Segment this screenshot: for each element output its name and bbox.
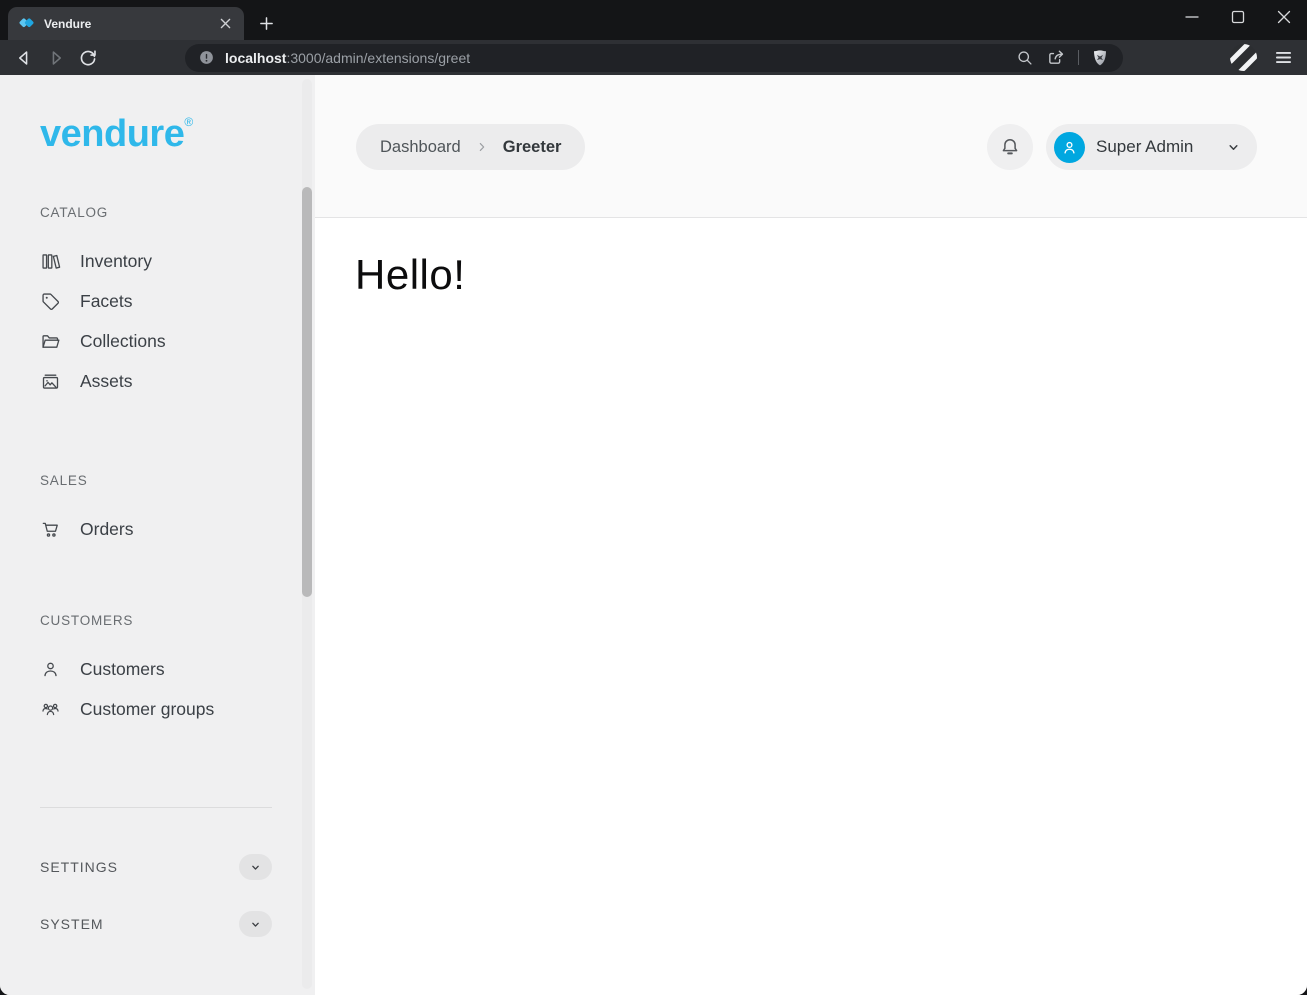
breadcrumb-dashboard[interactable]: Dashboard (380, 138, 461, 157)
user-avatar (1054, 132, 1085, 163)
brave-shield-icon[interactable] (1090, 48, 1110, 68)
profile-avatar-icon[interactable] (1230, 44, 1257, 71)
back-icon[interactable] (10, 44, 38, 72)
new-tab-icon[interactable] (253, 10, 280, 37)
sidebar-item-customer-groups[interactable]: Customer groups (40, 689, 315, 729)
main-area: Dashboard Greeter (315, 75, 1307, 995)
sidebar-item-customers[interactable]: Customers (40, 649, 315, 689)
menu-icon[interactable] (1273, 47, 1294, 68)
settings-expand-button[interactable] (239, 854, 272, 880)
site-info-icon[interactable] (198, 49, 215, 66)
browser-toolbar: localhost:3000/admin/extensions/greet (0, 40, 1307, 75)
chevron-down-icon (247, 916, 264, 933)
maximize-icon[interactable] (1215, 0, 1261, 33)
sidebar: vendure® CATALOG Inventory (0, 75, 315, 995)
toolbar-right-group (1230, 44, 1294, 71)
sidebar-item-assets[interactable]: Assets (40, 361, 315, 401)
browser-titlebar: Vendure (0, 0, 1307, 40)
extension-content: Hello! (315, 218, 1307, 332)
section-label-customers: CUSTOMERS (40, 611, 315, 631)
sidebar-item-facets[interactable]: Facets (40, 281, 315, 321)
catalog-nav-list: Inventory Facets (40, 241, 315, 401)
section-label-system: SYSTEM (40, 916, 104, 932)
users-icon (40, 699, 61, 720)
customers-nav-list: Customers Customer groups (40, 649, 315, 729)
cart-icon (40, 519, 61, 540)
sidebar-item-label: Inventory (80, 251, 152, 272)
sidebar-item-label: Collections (80, 331, 166, 352)
folder-icon (40, 331, 61, 352)
chevron-down-icon (1224, 138, 1243, 157)
address-bar-actions (1015, 47, 1110, 68)
image-icon (40, 371, 61, 392)
url-path: :3000/admin/extensions/greet (286, 50, 470, 66)
vendure-logo[interactable]: vendure® (40, 109, 315, 159)
library-icon (40, 251, 61, 272)
chevron-down-icon (247, 859, 264, 876)
user-menu-button[interactable]: Super Admin (1046, 124, 1257, 170)
zoom-icon[interactable] (1015, 48, 1035, 68)
reload-icon[interactable] (74, 44, 102, 72)
main-header: Dashboard Greeter (315, 75, 1307, 218)
sidebar-item-label: Customer groups (80, 699, 214, 720)
breadcrumb: Dashboard Greeter (356, 124, 585, 170)
user-menu-label: Super Admin (1096, 137, 1213, 157)
sidebar-divider (40, 807, 272, 808)
vendure-logo-text: vendure (40, 113, 184, 155)
breadcrumb-greeter: Greeter (503, 138, 562, 157)
sidebar-item-label: Orders (80, 519, 133, 540)
tab-close-icon[interactable] (216, 15, 234, 33)
url-host: localhost (225, 50, 286, 66)
share-icon[interactable] (1046, 47, 1067, 68)
sidebar-item-collections[interactable]: Collections (40, 321, 315, 361)
sidebar-item-label: Facets (80, 291, 133, 312)
sidebar-section-settings: SETTINGS (40, 850, 315, 884)
user-icon (40, 659, 61, 680)
sidebar-scrollbar-thumb[interactable] (302, 187, 312, 597)
toolbar-separator (1078, 50, 1079, 65)
forward-icon[interactable] (42, 44, 70, 72)
browser-window: Vendure (0, 0, 1307, 995)
address-bar[interactable]: localhost:3000/admin/extensions/greet (185, 44, 1123, 72)
sidebar-item-label: Assets (80, 371, 133, 392)
page-title: Hello! (355, 251, 1267, 299)
bell-icon (998, 135, 1022, 159)
user-icon (1060, 138, 1079, 157)
url-text: localhost:3000/admin/extensions/greet (225, 50, 470, 66)
section-label-sales: SALES (40, 471, 315, 491)
section-label-catalog: CATALOG (40, 203, 315, 223)
sidebar-item-orders[interactable]: Orders (40, 509, 315, 549)
tab-title: Vendure (44, 17, 207, 31)
notifications-button[interactable] (987, 124, 1033, 170)
sidebar-item-inventory[interactable]: Inventory (40, 241, 315, 281)
section-label-settings: SETTINGS (40, 859, 118, 875)
vendure-logo-trademark: ® (184, 115, 192, 129)
vendure-favicon-icon (18, 15, 35, 32)
close-window-icon[interactable] (1261, 0, 1307, 33)
browser-tab[interactable]: Vendure (8, 7, 244, 40)
sidebar-item-label: Customers (80, 659, 165, 680)
breadcrumb-chevron-icon (474, 139, 490, 155)
tag-icon (40, 291, 61, 312)
sidebar-section-system: SYSTEM (40, 907, 315, 941)
sales-nav-list: Orders (40, 509, 315, 549)
vendure-admin-app: vendure® CATALOG Inventory (0, 75, 1307, 995)
system-expand-button[interactable] (239, 911, 272, 937)
minimize-icon[interactable] (1169, 0, 1215, 33)
window-controls (1169, 0, 1307, 33)
